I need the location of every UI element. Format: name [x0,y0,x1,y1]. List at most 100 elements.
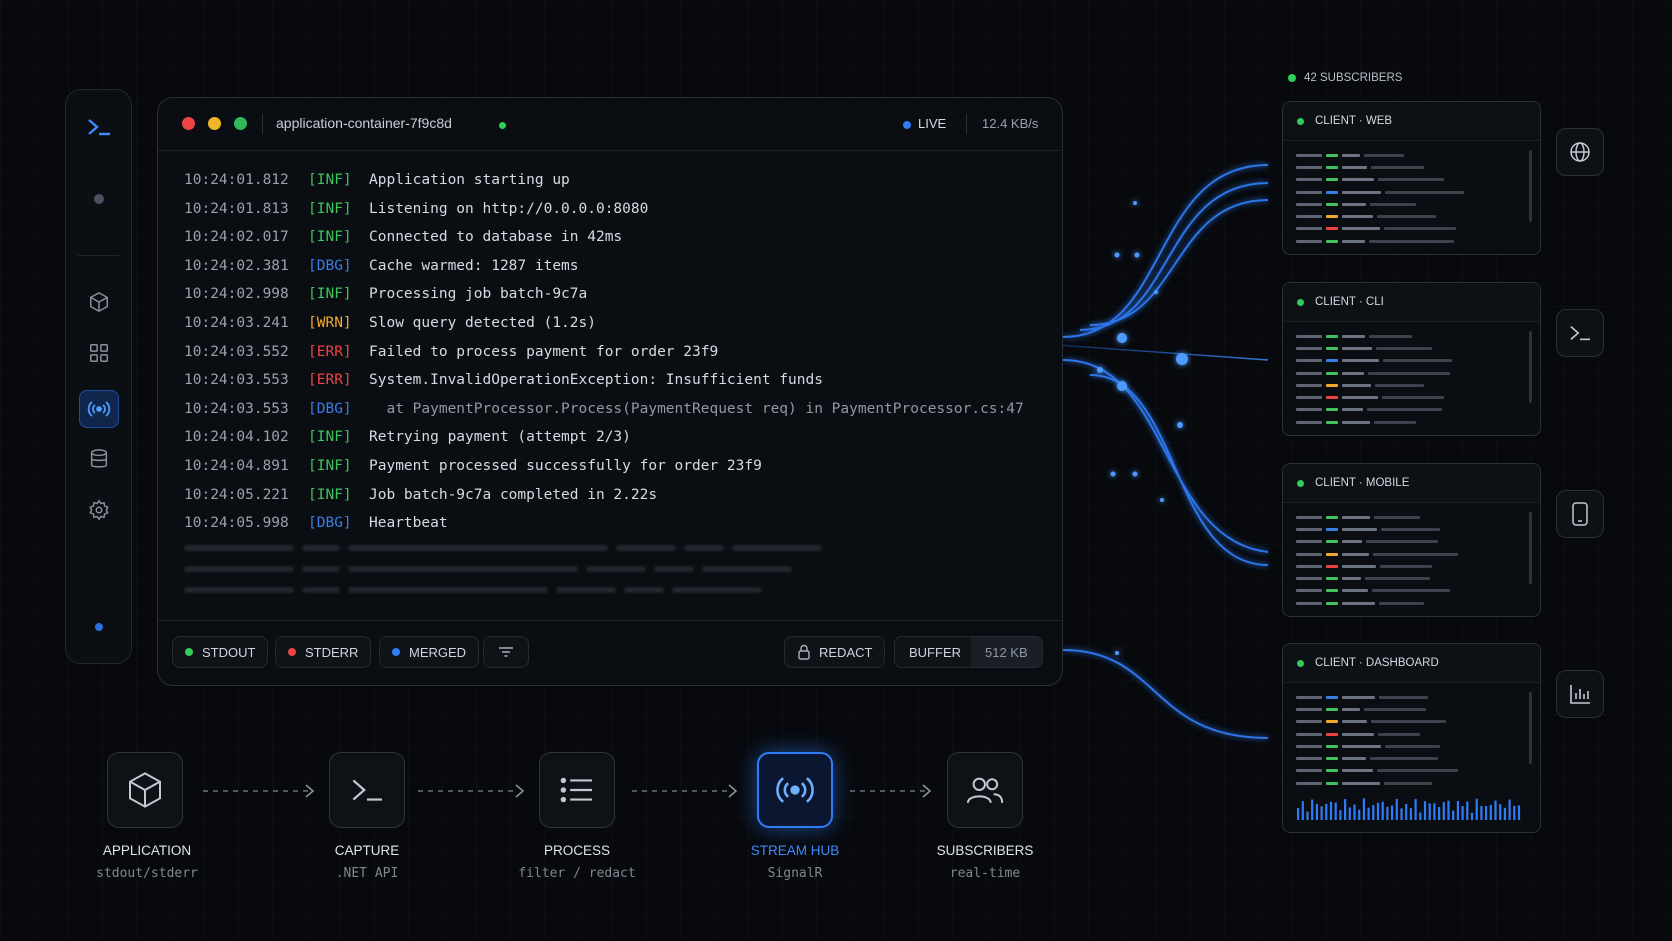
stage-label: PROCESS [543,843,611,858]
log-message: Slow query detected (1.2s) [369,314,596,331]
buffer-control[interactable]: BUFFER 512 KB [894,636,1043,668]
globe-icon [1570,142,1590,162]
mini-log-segment [1326,190,1338,194]
sparkline-bar [1329,801,1333,820]
mini-log-segment [1342,190,1381,194]
mini-log-line [1296,740,1520,752]
mini-log-line [1296,367,1520,379]
client-card-dashboard[interactable]: CLIENT · DASHBOARD [1282,643,1541,833]
mini-log-segment [1375,383,1424,387]
pipeline-stage-capture[interactable] [329,752,405,828]
cube-icon [129,772,161,808]
mini-log-line [1296,416,1520,428]
stdout-filter[interactable]: STDOUT [172,636,269,668]
mini-log-line [1296,342,1520,354]
sidebar-item-database[interactable] [79,440,119,478]
pipeline-stage-process[interactable] [539,752,615,828]
mini-log-segment [1378,178,1444,182]
pipeline-stage-application[interactable] [107,752,183,828]
mini-log-segment [1385,744,1440,748]
scrollbar[interactable] [1529,692,1532,764]
faded-segment [184,587,294,594]
log-message: Listening on http://0.0.0.0:8080 [369,200,649,217]
sparkline-bar [1517,805,1521,820]
mini-log-segment [1371,720,1446,724]
client-log-preview [1296,511,1520,609]
mini-log-line [1296,355,1520,367]
cli-button[interactable] [1556,309,1604,357]
log-line: 10:24:02.998 [INF] Processing job batch-9c… [184,280,1052,309]
faded-segment [684,545,724,552]
globe-button[interactable] [1556,128,1604,176]
mini-log-segment [1296,165,1322,169]
mini-log-segment [1326,202,1338,206]
close-button[interactable] [182,117,195,130]
mini-log-segment [1326,695,1338,699]
sidebar-item-terminal[interactable] [79,108,119,146]
mini-log-segment [1326,420,1338,424]
mini-log-segment [1342,334,1365,338]
log-timestamp: 10:24:02.381 [184,257,289,274]
sidebar-item-containers[interactable] [79,283,119,321]
sparkline-bar [1513,805,1516,820]
log-level: [INF] [308,429,352,446]
sparkline-bar [1428,803,1431,820]
pipeline-stage-subscribers[interactable] [947,752,1023,828]
stderr-filter[interactable]: STDERR [275,636,372,668]
mini-log-segment [1342,757,1366,761]
log-timestamp: 10:24:03.552 [184,343,289,360]
merged-filter[interactable]: MERGED [379,636,480,668]
client-card-web[interactable]: CLIENT · WEB [1282,101,1541,255]
faded-segment [654,566,694,573]
log-message: Heartbeat [369,515,448,532]
mini-log-segment [1296,334,1322,338]
mini-log-segment [1296,359,1322,363]
log-line: 10:24:01.812 [INF] Application starting up [184,166,1052,195]
client-card-mobile[interactable]: CLIENT · MOBILE [1282,463,1541,617]
terminal-icon [87,119,110,136]
mini-log-segment [1369,334,1412,338]
buffer-label: BUFFER [909,644,961,660]
sparkline-bar [1456,801,1459,820]
log-line: 10:24:04.891 [INF] Payment processed succe… [184,452,1052,481]
mobile-button[interactable] [1556,490,1604,538]
redact-button[interactable]: REDACT [784,636,886,668]
mini-log-segment [1374,420,1416,424]
sparkline-bar [1344,799,1347,820]
scrollbar[interactable] [1529,512,1532,584]
mini-log-segment [1326,359,1338,363]
mini-log-segment [1385,190,1464,194]
scrollbar[interactable] [1529,150,1532,222]
log-level: [DBG] [308,515,352,532]
filter-button[interactable] [483,636,529,668]
subscribers-count: 42 SUBSCRIBERS [1288,72,1402,84]
client-status-dot [1297,298,1304,306]
mini-log-segment [1326,540,1338,544]
scrollbar[interactable] [1529,331,1532,403]
sidebar-item-layout[interactable] [79,334,119,372]
mini-log-segment [1326,744,1338,748]
sparkline-bar [1376,802,1380,820]
sidebar-item-stream[interactable] [78,390,119,428]
minimize-button[interactable] [208,117,221,130]
sparkline-bar [1325,803,1328,820]
client-log-preview [1296,691,1520,789]
log-message: Cache warmed: 1287 items [369,257,579,274]
log-level: [INF] [308,200,352,217]
mini-log-segment [1342,346,1372,350]
mini-log-segment [1342,720,1367,724]
stage-sublabel: filter / redact [518,866,636,881]
mini-log-segment [1296,346,1322,350]
redact-label: REDACT [819,644,873,660]
live-label: LIVE [918,116,947,131]
mini-log-segment [1342,769,1373,773]
mini-log-segment [1296,720,1322,724]
maximize-button[interactable] [234,117,247,130]
cube-icon [89,291,108,313]
sidebar-item-settings[interactable] [79,491,119,529]
dashboard-button[interactable] [1556,670,1604,718]
pipeline-stage-stream-hub[interactable] [757,752,833,828]
mini-log-line [1296,174,1520,186]
client-card-cli[interactable]: CLIENT · CLI [1282,282,1541,436]
client-header: CLIENT · MOBILE [1283,464,1540,503]
